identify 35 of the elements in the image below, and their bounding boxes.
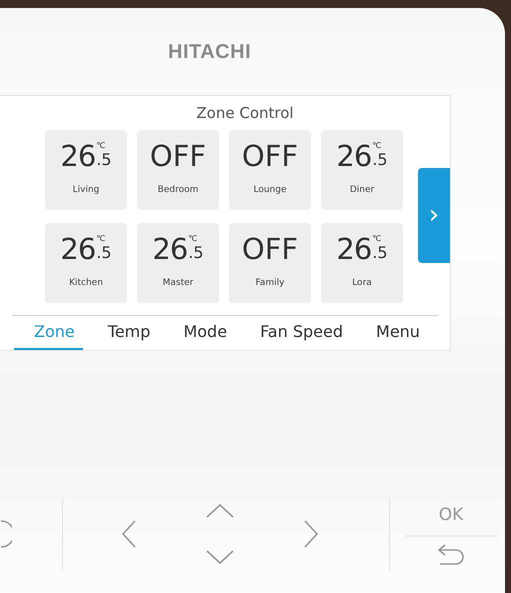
zone-name: Master: [162, 277, 194, 290]
unit-label: ℃: [372, 142, 382, 150]
temperature-decimal: .5: [96, 152, 112, 168]
temperature-value: 26: [60, 235, 96, 264]
tab[interactable]: Mode: [163, 316, 236, 350]
temperature-value: 26: [336, 142, 372, 171]
off-status: OFF: [150, 142, 206, 171]
temperature-value: 26: [336, 235, 372, 264]
unit-label: ℃: [188, 235, 198, 243]
off-status: OFF: [242, 142, 298, 171]
temperature-decimal: .5: [96, 245, 112, 261]
zone-name: Lora: [352, 277, 372, 290]
zone-tile[interactable]: OFF Lounge: [229, 130, 311, 210]
temperature-decimal: .5: [188, 245, 204, 261]
temperature-value: 26: [60, 142, 96, 171]
zone-name: Living: [72, 184, 100, 197]
zone-name: Family: [256, 277, 284, 290]
unit-label: ℃: [96, 142, 106, 150]
temperature-decimal: .5: [372, 245, 388, 261]
temperature-decimal: .5: [372, 152, 388, 168]
unit-label: ℃: [372, 235, 382, 243]
tab[interactable]: Menu: [356, 316, 428, 350]
unit-label: ℃: [96, 235, 106, 243]
zone-name: Lounge: [253, 184, 287, 197]
zone-tile[interactable]: OFF Bedroom: [137, 130, 219, 210]
tab[interactable]: Temp: [88, 316, 158, 350]
zone-name: Kitchen: [69, 277, 103, 290]
brand-logo: HITACHI: [168, 40, 252, 64]
off-status: OFF: [242, 235, 298, 264]
tab[interactable]: Fan Speed: [240, 316, 351, 350]
temperature-value: 26: [152, 235, 188, 264]
zone-name: Diner: [350, 184, 374, 197]
zone-name: Bedroom: [158, 184, 198, 197]
screen-title: Zone Control: [196, 104, 294, 122]
zone-tile[interactable]: OFF Family: [229, 223, 311, 303]
